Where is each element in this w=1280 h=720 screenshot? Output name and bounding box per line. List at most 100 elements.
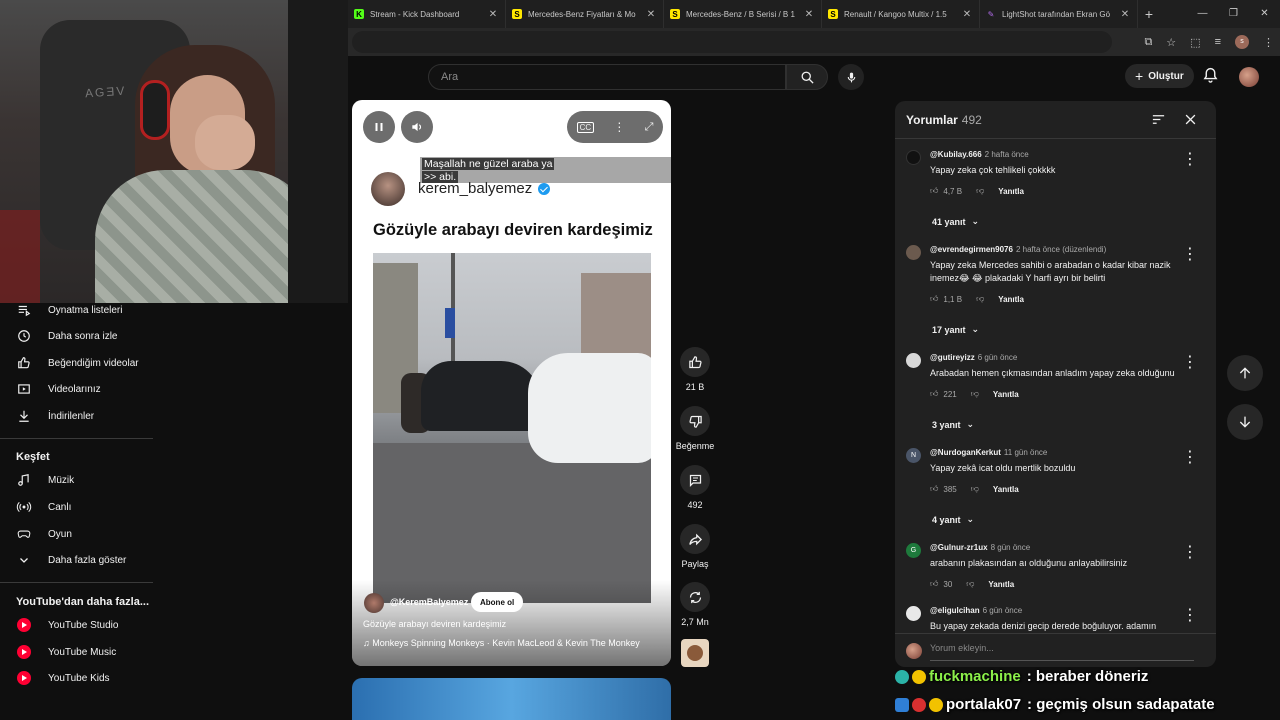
short-player[interactable]: kerem_balyemez Maşallah ne güzel araba y…: [352, 100, 671, 666]
music-thumbnail[interactable]: [681, 639, 709, 667]
commenter-avatar[interactable]: N: [906, 448, 921, 463]
comment-author[interactable]: @NurdoganKerkut: [930, 448, 1001, 457]
share-action[interactable]: Paylaş: [680, 524, 710, 569]
sidebar-item-music[interactable]: Müzik: [16, 470, 74, 490]
channel-name[interactable]: @KeremBalyemez: [390, 597, 468, 607]
sidebar-item-youtube-music[interactable]: YouTube Music: [16, 642, 116, 662]
comment-menu-icon[interactable]: ⋮: [1182, 149, 1198, 169]
restore-icon[interactable]: ❐: [1218, 0, 1249, 28]
close-icon[interactable]: ✕: [487, 9, 499, 20]
thumb-down-icon[interactable]: 👎︎: [971, 389, 979, 399]
thumb-down-icon[interactable]: 👎︎: [976, 294, 984, 304]
remix-action[interactable]: 2,7 Mn: [680, 582, 710, 627]
previous-short-button[interactable]: [1227, 355, 1263, 391]
sidebar-item-youtube-studio[interactable]: YouTube Studio: [16, 615, 118, 635]
new-tab-icon[interactable]: +: [1138, 6, 1160, 22]
browser-tab[interactable]: S Mercedes-Benz Fiyatları & Mo ✕: [506, 0, 664, 28]
sidebar-item-live[interactable]: Canlı: [16, 497, 71, 517]
thumb-up-icon[interactable]: 👍︎: [930, 579, 938, 589]
comment-input[interactable]: Yorum ekleyin...: [930, 643, 1194, 661]
notifications-button[interactable]: [1202, 66, 1219, 89]
browser-tab[interactable]: S Renault / Kangoo Multix / 1.5 ✕: [822, 0, 980, 28]
search-input[interactable]: Ara: [428, 64, 786, 90]
channel-avatar[interactable]: [364, 593, 384, 613]
comment-author[interactable]: @Gulnur-zr1ux: [930, 543, 988, 552]
comment-author[interactable]: @gutireyizz: [930, 353, 975, 362]
reply-button[interactable]: Yanıtla: [998, 187, 1024, 196]
menu-icon[interactable]: ⋮: [1263, 36, 1274, 49]
commenter-avatar[interactable]: G: [906, 543, 921, 558]
close-icon[interactable]: ✕: [961, 9, 973, 20]
thumb-up-icon[interactable]: 👍︎: [930, 294, 938, 304]
sidebar-item-liked[interactable]: Beğendiğim videolar: [16, 353, 139, 373]
url-field[interactable]: [352, 31, 1112, 53]
reply-button[interactable]: Yanıtla: [998, 295, 1024, 304]
profile-icon[interactable]: s: [1235, 35, 1249, 49]
thumb-up-icon[interactable]: 👍︎: [930, 186, 938, 196]
short-description[interactable]: Gözüyle arabayı deviren kardeşimiz: [363, 619, 506, 629]
close-window-icon[interactable]: ✕: [1249, 0, 1280, 28]
sidebar-item-watch-later[interactable]: Daha sonra izle: [16, 326, 117, 346]
commenter-avatar[interactable]: [906, 245, 921, 260]
media-icon[interactable]: ≡: [1215, 36, 1221, 48]
view-replies-button[interactable]: 17 yanıt ⌄: [932, 324, 979, 335]
comment-menu-icon[interactable]: ⋮: [1182, 352, 1198, 372]
sidebar-item-downloads[interactable]: İndirilenler: [16, 406, 94, 426]
create-button[interactable]: + Oluştur: [1125, 64, 1194, 88]
subscribe-button[interactable]: Abone ol: [471, 592, 524, 612]
short-music-link[interactable]: ♫ Monkeys Spinning Monkeys · Kevin MacLe…: [363, 638, 640, 648]
sidebar-item-your-videos[interactable]: Videolarınız: [16, 379, 101, 399]
view-replies-button[interactable]: 4 yanıt ⌄: [932, 514, 974, 525]
commenter-avatar[interactable]: [906, 606, 921, 621]
thumb-down-icon[interactable]: 👎︎: [971, 484, 979, 494]
commenter-avatar[interactable]: [906, 353, 921, 368]
thumb-up-icon[interactable]: 👍︎: [930, 484, 938, 494]
browser-tab[interactable]: ✎ LightShot tarafından Ekran Gö ✕: [980, 0, 1138, 28]
close-icon[interactable]: ✕: [803, 9, 815, 20]
reply-button[interactable]: Yanıtla: [988, 580, 1014, 589]
browser-tab[interactable]: K Stream - Kick Dashboard ✕: [348, 0, 506, 28]
sidebar-item-gaming[interactable]: Oyun: [16, 524, 72, 544]
comment-list[interactable]: @Kubilay.666 2 hafta önce Yapay zeka çok …: [895, 140, 1216, 631]
comment-menu-icon[interactable]: ⋮: [1182, 605, 1198, 625]
reply-button[interactable]: Yanıtla: [993, 485, 1019, 494]
comment-menu-icon[interactable]: ⋮: [1182, 447, 1198, 467]
comment-menu-icon[interactable]: ⋮: [1182, 542, 1198, 562]
view-replies-button[interactable]: 41 yanıt ⌄: [932, 216, 979, 227]
dislike-action[interactable]: Beğenme: [676, 406, 714, 451]
captions-icon[interactable]: CC: [576, 121, 595, 133]
view-replies-button[interactable]: 3 yanıt ⌄: [932, 419, 974, 430]
next-short-button[interactable]: [1227, 404, 1263, 440]
more-options-icon[interactable]: ⋮: [613, 120, 625, 134]
reply-button[interactable]: Yanıtla: [993, 390, 1019, 399]
thumb-down-icon[interactable]: 👎︎: [976, 186, 984, 196]
minimize-icon[interactable]: —: [1187, 0, 1218, 28]
comment-author[interactable]: @evrendegirmen9076: [930, 245, 1013, 254]
search-button[interactable]: [786, 64, 828, 90]
voice-search-button[interactable]: [838, 64, 864, 90]
close-icon[interactable]: ✕: [645, 9, 657, 20]
sidebar-item-playlists[interactable]: Oynatma listeleri: [16, 300, 122, 320]
commenter-avatar[interactable]: [906, 150, 921, 165]
bookmark-star-icon[interactable]: ☆: [1166, 36, 1176, 49]
like-action[interactable]: 21 B: [680, 347, 710, 392]
sort-button[interactable]: [1151, 112, 1166, 132]
close-comments-button[interactable]: [1183, 112, 1198, 132]
extensions-icon[interactable]: ⬚: [1190, 36, 1200, 49]
sidebar-item-show-more[interactable]: Daha fazla göster: [16, 550, 126, 570]
comments-action[interactable]: 492: [680, 465, 710, 510]
thumb-down-icon[interactable]: 👎︎: [966, 579, 974, 589]
comment-author[interactable]: @eligulcihan: [930, 606, 980, 615]
pause-button[interactable]: [363, 111, 395, 143]
comment-menu-icon[interactable]: ⋮: [1182, 244, 1198, 264]
next-short-preview[interactable]: [352, 678, 671, 720]
fullscreen-icon[interactable]: ⤢: [645, 121, 654, 134]
volume-button[interactable]: [401, 111, 433, 143]
comment-author[interactable]: @Kubilay.666: [930, 150, 982, 159]
cast-icon[interactable]: ⧉: [1144, 36, 1152, 49]
browser-tab[interactable]: S Mercedes-Benz / B Serisi / B 1 ✕: [664, 0, 822, 28]
sidebar-item-youtube-kids[interactable]: YouTube Kids: [16, 668, 110, 688]
close-icon[interactable]: ✕: [1119, 9, 1131, 20]
account-avatar[interactable]: [1239, 67, 1259, 87]
thumb-up-icon[interactable]: 👍︎: [930, 389, 938, 399]
